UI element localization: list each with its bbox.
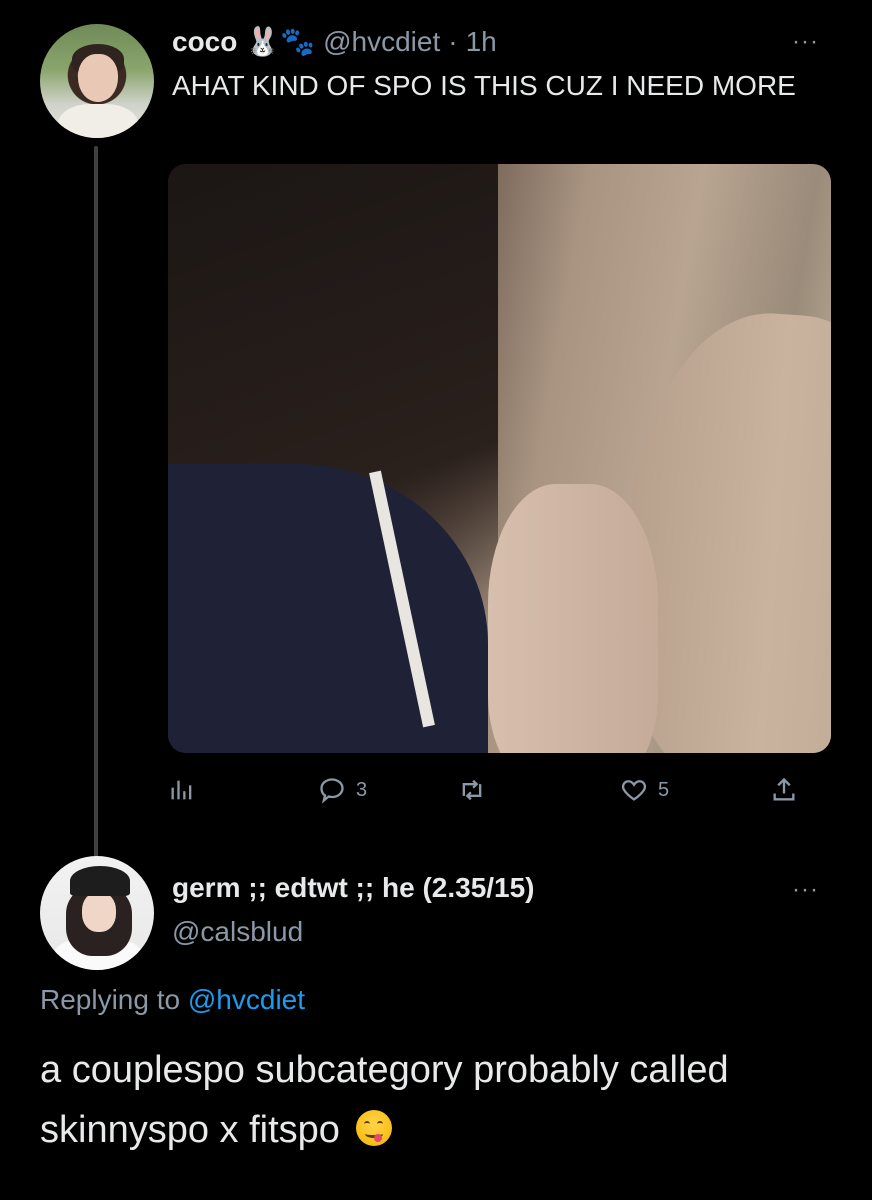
tweet-actions: 3 5	[168, 768, 808, 812]
share-button[interactable]	[770, 768, 798, 812]
more-options-icon[interactable]: ···	[792, 876, 819, 904]
separator-dot: ·	[448, 26, 458, 57]
avatar[interactable]	[40, 24, 154, 138]
heart-icon	[621, 780, 647, 801]
tweet-thread: coco 🐰🐾 @hvcdiet · 1h ··· AHAT KIND OF S…	[0, 0, 872, 1200]
reply-button[interactable]: 3	[318, 768, 367, 812]
like-count: 5	[658, 778, 670, 801]
name-emojis: 🐰🐾	[245, 26, 316, 57]
user-handle[interactable]: @hvcdiet	[323, 26, 440, 58]
tweet-header: coco 🐰🐾 @hvcdiet · 1h	[172, 22, 497, 62]
avatar-cap	[70, 866, 130, 896]
analytics-button[interactable]	[168, 768, 196, 812]
reply-count: 3	[356, 778, 368, 801]
replying-to-line: Replying to @hvcdiet	[40, 984, 305, 1016]
retweet-button[interactable]	[458, 768, 496, 812]
thread-connector-line	[94, 146, 98, 860]
media-arm	[488, 484, 658, 753]
display-name[interactable]: coco	[172, 26, 237, 58]
reply-avatar[interactable]	[40, 856, 154, 970]
retweet-icon	[462, 779, 482, 801]
more-options-icon[interactable]: ···	[792, 28, 819, 56]
reply-tweet-text: a couplespo subcategory probably called …	[40, 1040, 840, 1160]
like-button[interactable]: 5	[620, 768, 669, 812]
timestamp[interactable]: 1h	[466, 26, 497, 58]
yum-face-emoji-icon	[356, 1110, 393, 1146]
reply-display-name[interactable]: germ ;; edtwt ;; he (2.35/15)	[172, 872, 535, 904]
replying-to-label: Replying to	[40, 984, 181, 1015]
avatar-body	[58, 104, 138, 138]
analytics-icon	[171, 780, 192, 800]
replying-to-mention[interactable]: @hvcdiet	[188, 984, 305, 1015]
reply-user-handle[interactable]: @calsblud	[172, 916, 303, 948]
tweet-text: AHAT KIND OF SPO IS THIS CUZ I NEED MORE	[172, 70, 796, 101]
emoji-tongue	[374, 1134, 383, 1142]
avatar-face	[78, 54, 118, 102]
tweet-media-image[interactable]	[168, 164, 831, 753]
share-icon	[773, 777, 795, 801]
avatar-face	[82, 892, 116, 932]
reply-icon	[320, 778, 344, 804]
